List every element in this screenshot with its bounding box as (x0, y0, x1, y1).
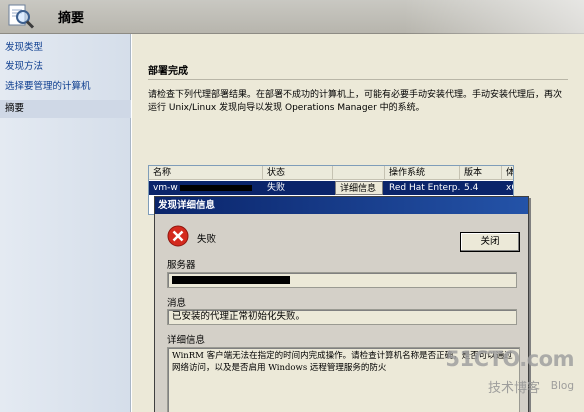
row-arch: x6 (506, 183, 513, 193)
search-magnifier-icon (8, 4, 35, 29)
page-title: 摘要 (58, 11, 85, 26)
status-text: 失败 (197, 234, 217, 245)
nav-item-discovery-method[interactable]: 发现方法 (0, 58, 131, 76)
details-text: WinRM 客户端无法在指定的时间内完成操作。请检查计算机名称是否正确，是否可以… (167, 347, 520, 412)
column-name[interactable]: 名称 (149, 166, 263, 180)
redacted-bar (172, 275, 290, 284)
column-arch[interactable]: 体 (502, 166, 513, 180)
row-os: Red Hat Enterp... (389, 183, 460, 193)
row-name: vm-w (149, 181, 263, 195)
redacted-bar (179, 184, 252, 191)
message-field: 已安装的代理正常初始化失败。 (167, 309, 517, 325)
results-header: 名称 状态 操作系统 版本 体 (149, 166, 513, 180)
discovery-details-dialog: 发现详细信息 失败 关闭 服务器 消息 已安装的代理正常初始化失败。 详细信息 … (154, 196, 529, 412)
instructions-text: 请检查下列代理部署结果。在部署不成功的计算机上，可能有必要手动安装代理。手动安装… (148, 90, 563, 113)
wizard-nav: 发现类型 发现方法 选择要管理的计算机 摘要 (0, 34, 131, 412)
details-button[interactable]: 详细信息 (335, 181, 383, 195)
column-details[interactable] (333, 166, 385, 180)
server-field (167, 272, 517, 288)
details-label: 详细信息 (167, 335, 206, 346)
row-status: 失败 (267, 183, 286, 193)
close-button[interactable]: 关闭 (460, 232, 520, 252)
server-label: 服务器 (167, 260, 196, 271)
nav-item-discovery-type[interactable]: 发现类型 (0, 39, 131, 57)
column-version[interactable]: 版本 (460, 166, 502, 180)
row-version: 5.4 (464, 183, 479, 193)
column-status[interactable]: 状态 (263, 166, 333, 180)
row-name-text: vm-w (153, 183, 178, 193)
message-label: 消息 (167, 298, 187, 309)
nav-item-select-computers[interactable]: 选择要管理的计算机 (0, 78, 131, 96)
page-header: 摘要 (0, 0, 584, 34)
nav-item-summary[interactable]: 摘要 (0, 100, 131, 118)
error-icon (167, 225, 189, 247)
table-row[interactable]: vm-w 失败 详细信息 Red Hat Enterp... 5.4 x6 (149, 181, 513, 195)
section-heading: 部署完成 (148, 66, 188, 77)
header-decoration (404, 0, 584, 34)
dialog-title: 发现详细信息 (155, 197, 528, 214)
column-os[interactable]: 操作系统 (385, 166, 460, 180)
heading-divider (148, 79, 568, 80)
